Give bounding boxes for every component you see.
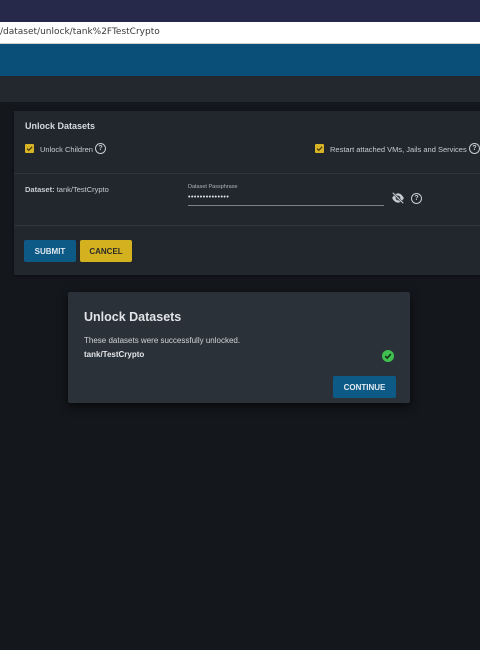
dataset-prefix: Dataset: xyxy=(25,185,55,194)
dialog-title: Unlock Datasets xyxy=(84,310,182,324)
page-subheader xyxy=(0,76,480,102)
restart-services-label[interactable]: Restart attached VMs, Jails and Services xyxy=(330,145,467,154)
success-check-icon xyxy=(382,350,394,362)
unlocked-dataset-name: tank/TestCrypto xyxy=(84,350,145,359)
cancel-button[interactable]: CANCEL xyxy=(80,240,132,262)
submit-button[interactable]: SUBMIT xyxy=(24,240,76,262)
unlock-success-dialog: Unlock Datasets These datasets were succ… xyxy=(68,292,410,403)
dataset-name: tank/TestCrypto xyxy=(56,185,109,194)
unlock-datasets-card: Unlock Datasets Unlock Children ? Restar… xyxy=(14,111,480,275)
address-bar-url[interactable]: /dataset/unlock/tank%2FTestCrypto xyxy=(0,27,160,37)
visibility-off-icon[interactable] xyxy=(391,192,405,204)
unlock-children-label[interactable]: Unlock Children xyxy=(40,145,93,154)
help-icon[interactable]: ? xyxy=(469,143,480,154)
checkmark-icon xyxy=(26,146,33,152)
dataset-label: Dataset: tank/TestCrypto xyxy=(25,185,109,194)
checkmark-icon xyxy=(316,146,323,152)
passphrase-input[interactable]: •••••••••••••• xyxy=(188,194,229,201)
restart-services-checkbox[interactable] xyxy=(315,144,324,153)
address-bar[interactable]: /dataset/unlock/tank%2FTestCrypto xyxy=(0,22,480,44)
help-icon[interactable]: ? xyxy=(95,143,106,154)
passphrase-underline xyxy=(188,205,384,206)
card-title: Unlock Datasets xyxy=(25,121,96,131)
continue-button[interactable]: CONTINUE xyxy=(333,376,396,398)
divider xyxy=(14,173,480,174)
help-icon[interactable]: ? xyxy=(411,193,422,204)
dialog-message: These datasets were successfully unlocke… xyxy=(84,336,241,345)
browser-top-strip xyxy=(0,0,480,22)
divider xyxy=(14,225,480,226)
passphrase-placeholder: Dataset Passphrase xyxy=(188,184,238,190)
app-header xyxy=(0,44,480,76)
unlock-children-checkbox[interactable] xyxy=(25,144,34,153)
